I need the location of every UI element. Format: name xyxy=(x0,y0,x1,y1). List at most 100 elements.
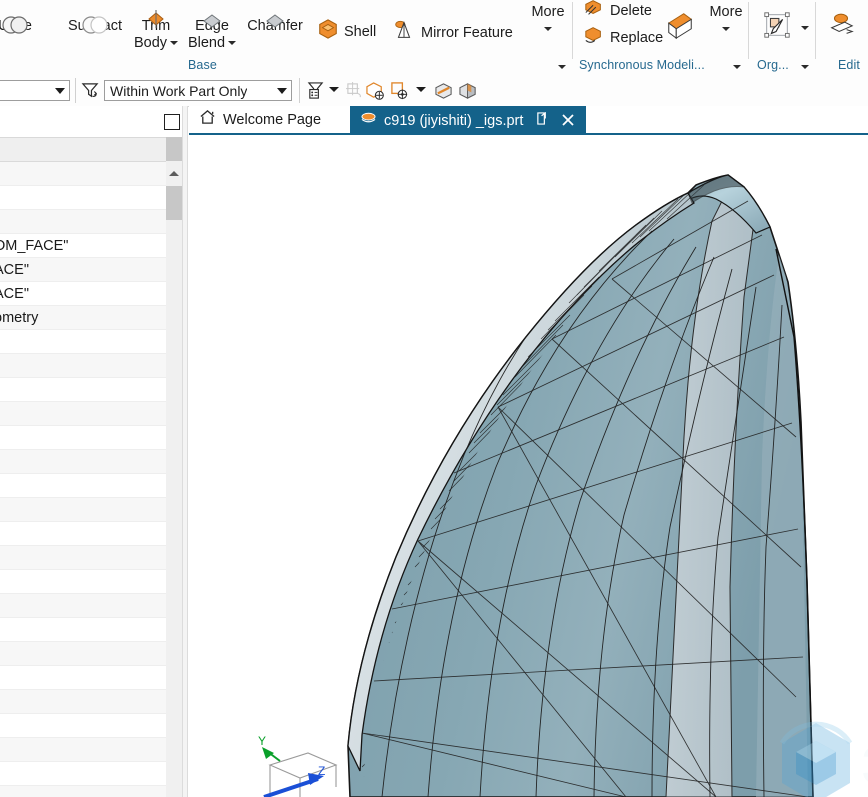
scrollbar-track-top xyxy=(166,137,182,161)
highlight-hidden-icon[interactable] xyxy=(434,82,454,105)
ribbon-command-mirror-feature[interactable]: Mirror Feature xyxy=(392,18,513,47)
nx-application-window: Unite Subtract Trim Body Edge xyxy=(0,0,868,797)
list-row xyxy=(0,714,182,738)
ribbon-command-more-sync[interactable]: More xyxy=(702,4,750,38)
list-row xyxy=(0,594,182,618)
scrollbar-thumb[interactable] xyxy=(166,186,182,220)
list-item-label: ACE" xyxy=(0,285,29,302)
chevron-down-icon[interactable] xyxy=(51,81,69,100)
delete-face-icon xyxy=(583,0,605,23)
part-file-icon xyxy=(360,111,377,131)
select-object-icon[interactable] xyxy=(366,81,386,106)
close-icon[interactable] xyxy=(562,113,575,129)
ribbon-command-replace-face[interactable]: Replace xyxy=(583,25,663,50)
resource-bar-panel: OM_FACE" ACE" ACE" ometry xyxy=(0,106,182,797)
toolbar-separator xyxy=(75,78,76,103)
panel-pin-checkbox[interactable] xyxy=(164,114,180,130)
panel-vertical-scrollbar[interactable] xyxy=(166,137,182,797)
ribbon-command-offset-region[interactable] xyxy=(663,10,697,45)
triad-label-y: Y xyxy=(258,734,266,748)
list-row xyxy=(0,474,182,498)
tab-label-welcome-page: Welcome Page xyxy=(223,111,322,128)
ribbon-command-unite[interactable]: Unite xyxy=(0,16,46,35)
part-navigator-list[interactable]: OM_FACE" ACE" ACE" ometry xyxy=(0,137,182,797)
scope-combo[interactable]: Within Work Part Only xyxy=(104,80,292,101)
tab-label-part-file: c919 (jiyishiti) _igs.prt xyxy=(384,112,524,129)
snap-point-icon xyxy=(345,82,364,104)
list-row xyxy=(0,138,182,162)
list-row xyxy=(0,522,182,546)
svg-text:www: www xyxy=(863,789,868,797)
ribbon-separator xyxy=(815,2,816,59)
list-item[interactable]: ACE" xyxy=(0,282,182,306)
ribbon-label-delete: Delete xyxy=(610,2,652,19)
list-row xyxy=(0,426,182,450)
base-dialog-launcher[interactable] xyxy=(558,65,566,69)
list-row xyxy=(0,498,182,522)
chevron-down-icon[interactable] xyxy=(722,27,730,31)
list-row xyxy=(0,450,182,474)
scope-value: Within Work Part Only xyxy=(110,82,248,99)
list-item[interactable]: ometry xyxy=(0,306,182,330)
chamfer-icon xyxy=(262,9,288,42)
ribbon-command-chamfer[interactable]: Chamfer xyxy=(238,14,312,35)
graphics-window[interactable]: 3D www Y Z xyxy=(196,137,868,797)
wing-model[interactable]: 3D www Y Z xyxy=(196,137,868,797)
list-item-label: OM_FACE" xyxy=(0,237,69,254)
face-center-icon[interactable] xyxy=(390,81,410,106)
ribbon-command-shell[interactable]: Shell xyxy=(317,18,376,45)
ribbon-separator xyxy=(748,2,749,59)
selection-filter-icon[interactable] xyxy=(81,82,100,105)
ribbon-command-move-face[interactable] xyxy=(826,10,856,43)
ribbon-label-more-base: More xyxy=(531,4,565,20)
organize-dialog-launcher[interactable] xyxy=(801,65,809,69)
ribbon-label-replace: Replace xyxy=(610,29,664,46)
chevron-down-icon[interactable] xyxy=(544,27,552,31)
chevron-up-icon xyxy=(169,171,179,176)
chevron-down-icon[interactable] xyxy=(801,25,809,30)
home-icon xyxy=(199,109,216,130)
shaded-body-icon[interactable] xyxy=(458,82,478,105)
tab-welcome-page[interactable]: Welcome Page xyxy=(189,106,350,135)
list-item[interactable]: OM_FACE" xyxy=(0,234,182,258)
list-item[interactable]: ACE" xyxy=(0,258,182,282)
list-row xyxy=(0,642,182,666)
chevron-down-icon[interactable] xyxy=(273,81,291,100)
chevron-down-icon[interactable] xyxy=(329,87,339,92)
restore-icon[interactable] xyxy=(536,111,549,130)
ribbon-command-edge-blend[interactable]: Edge Blend xyxy=(184,14,240,52)
list-item-label: ACE" xyxy=(0,261,29,278)
ribbon-label-shell: Shell xyxy=(344,23,377,40)
ribbon-command-subtract[interactable]: Subtract xyxy=(55,16,135,35)
unite-icon xyxy=(0,9,30,44)
sync-dialog-launcher[interactable] xyxy=(733,65,741,69)
list-row xyxy=(0,402,182,426)
tab-part-file[interactable]: c919 (jiyishiti) _igs.prt xyxy=(350,106,586,135)
wing-surface xyxy=(347,174,814,797)
coordinate-triad: Y Z xyxy=(258,734,338,797)
toolbar-separator xyxy=(299,78,300,103)
ribbon-command-trim-body[interactable]: Trim Body xyxy=(128,10,184,52)
ribbon-command-delete-face[interactable]: Delete xyxy=(583,0,652,23)
list-row xyxy=(0,618,182,642)
list-row xyxy=(0,690,182,714)
trim-body-icon xyxy=(143,9,169,42)
select-feature-icon[interactable] xyxy=(306,81,326,105)
scroll-up-button[interactable] xyxy=(166,161,182,186)
panel-splitter[interactable] xyxy=(182,106,188,797)
ribbon-group-label-synchronous-modeling: Synchronous Modeli... xyxy=(579,58,705,72)
chevron-down-icon[interactable] xyxy=(228,41,237,45)
chevron-down-icon[interactable] xyxy=(170,41,179,45)
type-filter-combo[interactable]: er xyxy=(0,80,70,101)
ribbon-group-label-organize: Org... xyxy=(757,58,789,72)
list-row xyxy=(0,546,182,570)
ribbon-group-label-edit: Edit xyxy=(838,58,860,72)
ribbon-toolbar: Unite Subtract Trim Body Edge xyxy=(0,0,868,75)
ribbon-command-edit-object-display[interactable] xyxy=(762,10,809,45)
svg-text:3D: 3D xyxy=(862,737,868,795)
mirror-feature-icon xyxy=(392,18,416,47)
panel-header xyxy=(0,106,182,137)
ribbon-label-more-sync: More xyxy=(709,4,743,20)
chevron-down-icon[interactable] xyxy=(416,87,426,92)
ribbon-command-more-base[interactable]: More xyxy=(524,4,572,38)
